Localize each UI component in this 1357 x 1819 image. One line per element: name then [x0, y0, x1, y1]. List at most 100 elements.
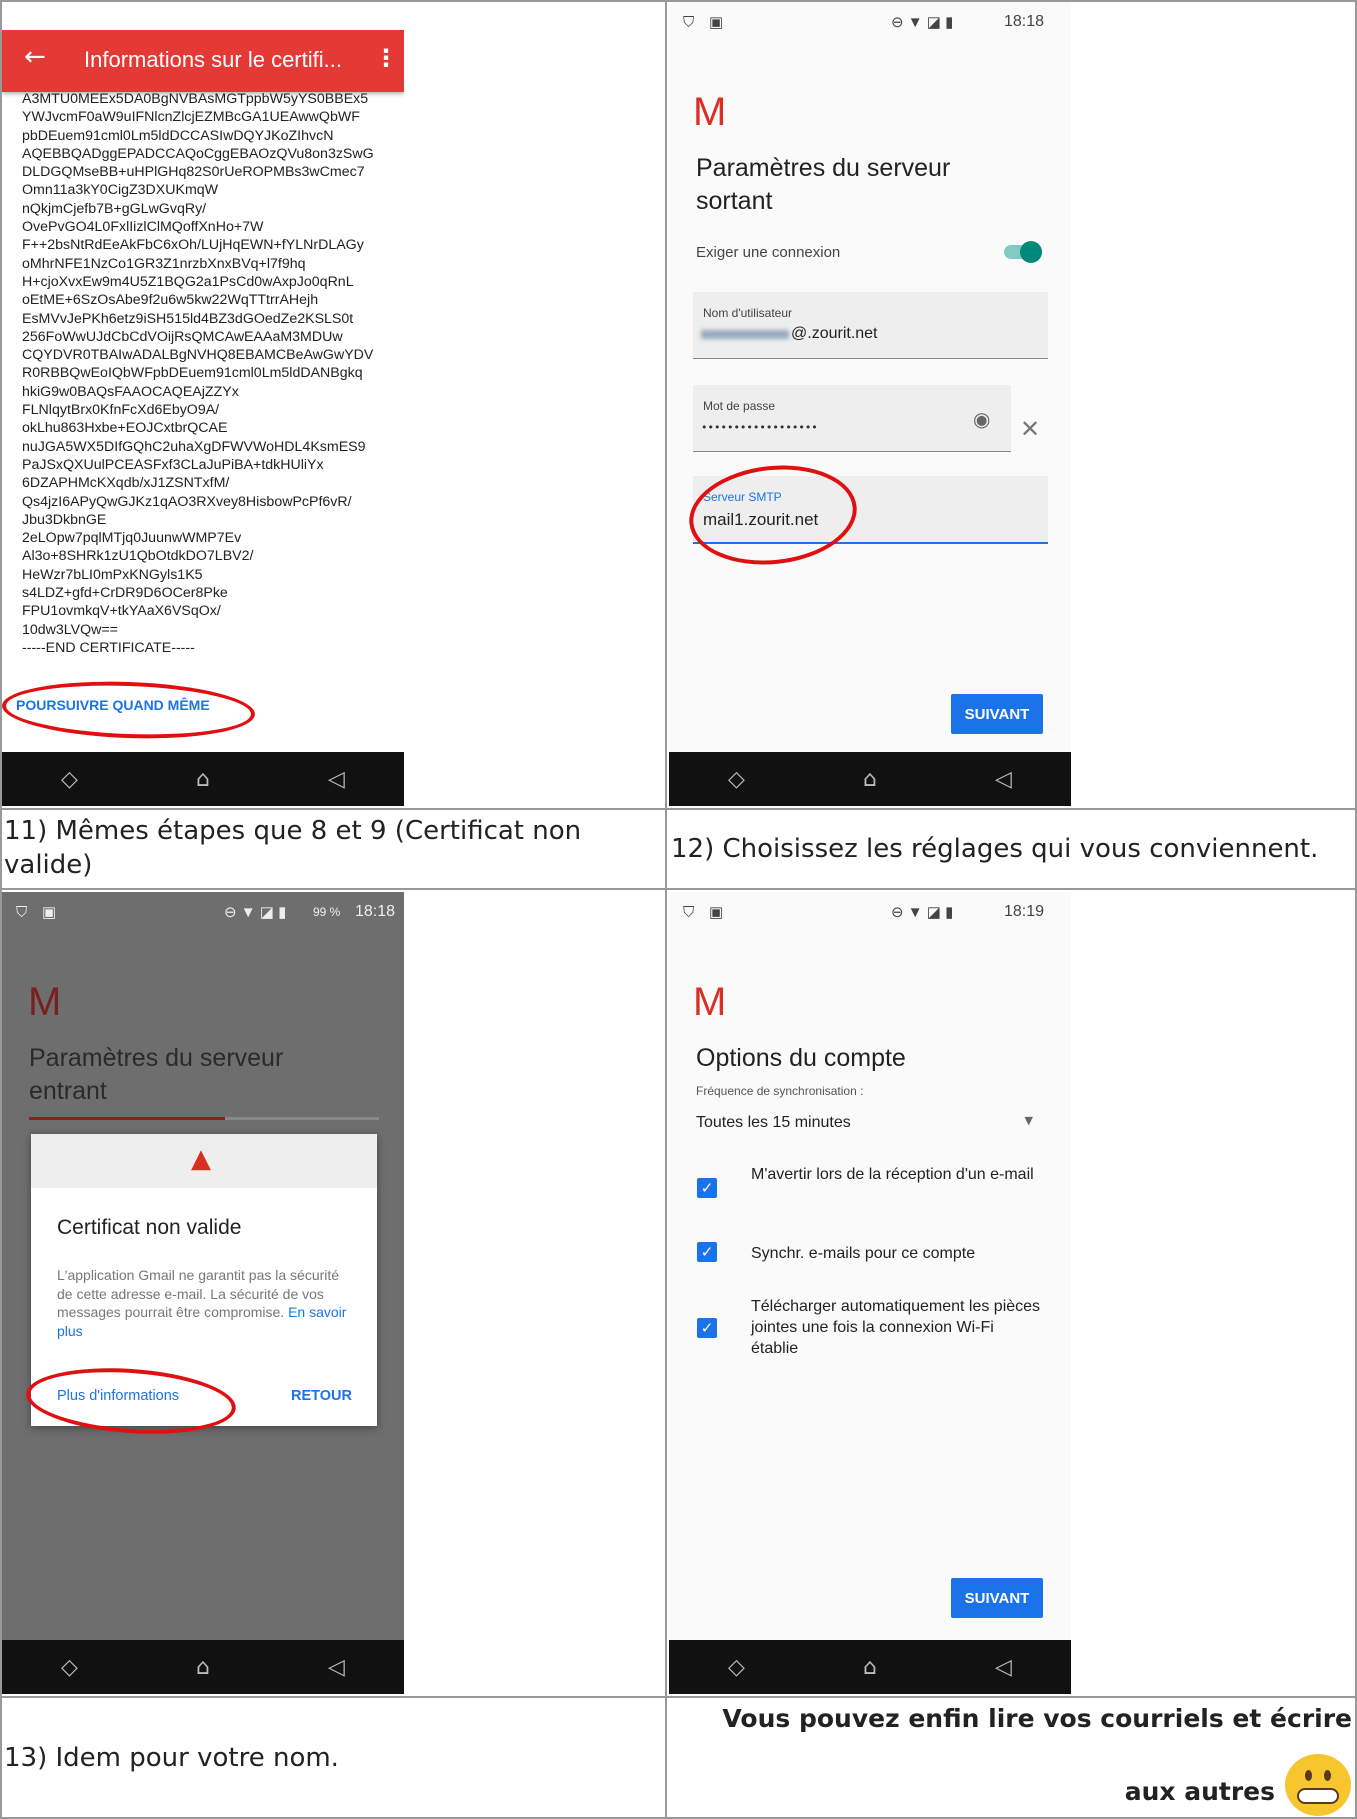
require-login-toggle[interactable]	[1004, 241, 1042, 263]
certificate-line: hkiG9w0BAQsFAAOCAQEAjZZYx	[22, 383, 239, 400]
certificate-line: Qs4jzI6APyQwGJKz1qAO3RXvey8HisbowPcPf6vR…	[22, 493, 352, 510]
certificate-line: oEtME+6SzOsAbe9f2u6w5kw22WqTTtrrAHejh	[22, 292, 319, 309]
certificate-line: CQYDVR0TBAIwADALBgNVHQ8EBAMCBeAwGwYDV	[22, 347, 374, 364]
certificate-line: 10dw3LVQw==	[22, 621, 118, 638]
caption-step-12: 12) Choisissez les réglages qui vous con…	[671, 834, 1319, 864]
certificate-line: FLNlqytBrx0KfnFcXd6EbyO9A/	[22, 402, 220, 419]
app-bar-title: Informations sur le certifi...	[84, 47, 342, 72]
auto-download-checkbox[interactable]: ✓	[697, 1318, 717, 1338]
certificate-line: H+cjoXvxEw9m4U5Z1BQG2a1PsCd0wAxpJo0qRnL	[22, 273, 354, 290]
notify-option-label: M'avertir lors de la réception d'un e-ma…	[751, 1166, 1034, 1183]
progress-fill	[29, 1117, 225, 1120]
certificate-line: -----END CERTIFICATE-----	[22, 639, 195, 656]
highlight-circle	[2, 677, 256, 743]
table-row-divider	[0, 808, 1357, 810]
table-row-divider	[0, 888, 1357, 890]
toggle-knob	[1020, 241, 1042, 263]
signal-icons: ⊖ ▼ ◪ ▮	[891, 14, 954, 31]
back-icon[interactable]: ◁	[995, 767, 1012, 792]
dialog-header: ▲	[31, 1134, 377, 1188]
warning-icon: ▲	[191, 1144, 211, 1174]
final-message-line-1: Vous pouvez enfin lire vos courriels et …	[722, 1704, 1352, 1733]
certificate-line: s4LDZ+gfd+CrDR9D6OCer8Pke	[22, 585, 228, 602]
android-nav-bar: ◇ ⌂ ◁	[669, 752, 1071, 806]
clear-icon[interactable]: ✕	[1020, 415, 1040, 443]
title-line-2: sortant	[696, 187, 773, 215]
back-button[interactable]: RETOUR	[291, 1388, 352, 1404]
sync-frequency-select[interactable]: Toutes les 15 minutes ▼	[696, 1112, 1041, 1138]
certificate-line: F++2bsNtRdEeAkFbC6xOh/LUjHqEWN+fYLNrDLAG…	[22, 237, 364, 254]
title-line-2: entrant	[29, 1077, 107, 1105]
dialog-heading: Certificat non valide	[57, 1216, 242, 1239]
caption-step-13: 13) Idem pour votre nom.	[4, 1743, 339, 1773]
certificate-line: okLhu863Hxbe+EOJCxtbrQCAE	[22, 420, 228, 437]
certificate-line: FPU1ovmkqV+tkYAaX6VSqOx/	[22, 603, 221, 620]
shield-icon: ⛉	[683, 13, 695, 31]
certificate-line: pbDEuem91cml0Lm5ldDCCASIwDQYJKoZIhvcN	[22, 127, 334, 144]
certificate-line: EsMVvJePKh6etz9iSH515ld4BZ3dGOedZe2KSLS0…	[22, 310, 354, 327]
overflow-menu-icon[interactable]: ⋮	[374, 44, 398, 72]
gmail-logo-icon: M	[693, 980, 727, 1024]
screenshot-outgoing-server: ⛉ ▣ ⊖ ▼ ◪ ▮ 18:18 M Paramètres du serveu…	[669, 2, 1071, 806]
grimacing-emoji-icon	[1285, 1754, 1351, 1816]
gmail-logo-icon: M	[28, 980, 62, 1024]
certificate-line: 6DZAPHMcKXqdb/xJ1ZSNTxfM/	[22, 475, 230, 492]
certificate-line: AQEBBQADggEPADCCAQoCggEBAOzQVu8on3zSwG	[22, 145, 374, 162]
auto-download-option-label: Télécharger automatiquement les pièces j…	[751, 1298, 1041, 1357]
signal-icons: ⊖ ▼ ◪ ▮	[224, 904, 287, 921]
clock: 18:18	[1004, 13, 1045, 30]
table-row-divider	[0, 1696, 1357, 1698]
password-value: ••••••••••••••••••	[701, 421, 818, 434]
status-bar: ⛉ ▣ ⊖ ▼ ◪ ▮ 18:19	[669, 892, 1071, 932]
emoji-eye-right	[1324, 1770, 1331, 1781]
screenshot-certificate-info: ← Informations sur le certifi... ⋮ A3MTU…	[2, 30, 404, 806]
username-value: @.zourit.net	[791, 325, 878, 342]
page-title: Paramètres du serveur sortant	[696, 152, 950, 218]
recent-apps-icon[interactable]: ◇	[61, 1655, 78, 1680]
shield-icon: ⛉	[683, 903, 695, 921]
home-icon[interactable]: ⌂	[196, 1655, 210, 1680]
back-icon[interactable]: ◁	[328, 1655, 345, 1680]
signal-icons: ⊖ ▼ ◪ ▮	[891, 904, 954, 921]
back-icon[interactable]: ◁	[328, 767, 345, 792]
next-button[interactable]: SUIVANT	[951, 1578, 1043, 1618]
status-bar: ⛉ ▣ ⊖ ▼ ◪ ▮ 18:18	[669, 2, 1071, 42]
username-field[interactable]: Nom d'utilisateur @.zourit.net	[693, 292, 1048, 359]
sync-email-checkbox[interactable]: ✓	[697, 1242, 717, 1262]
screenshot-account-options: ⛉ ▣ ⊖ ▼ ◪ ▮ 18:19 M Options du compte Fr…	[669, 892, 1071, 1694]
dropdown-arrow-icon: ▼	[1024, 1114, 1033, 1127]
back-arrow-icon[interactable]: ←	[24, 42, 46, 72]
certificate-line: 256FoWwUJdCbCdVOijRsQMCAwEAAaM3MDUw	[22, 328, 343, 345]
certificate-line: DLDGQMseBB+uHPlGHq82S0rUeROPMBs3wCmec7	[22, 164, 365, 181]
recent-apps-icon[interactable]: ◇	[728, 1655, 745, 1680]
certificate-line: nQkjmCjefb7B+gGLwGvqRy/	[22, 200, 207, 217]
recent-apps-icon[interactable]: ◇	[61, 767, 78, 792]
image-icon: ▣	[42, 904, 57, 921]
certificate-line: R0RBBQwEoIQbWFpbDEuem91cml0Lm5ldDANBgkq	[22, 365, 363, 382]
emoji-teeth	[1297, 1788, 1339, 1804]
screenshot-invalid-certificate: ⛉ ▣ ⊖ ▼ ◪ ▮ 99 % 18:18 M Paramètres du s…	[2, 892, 404, 1694]
password-field[interactable]: Mot de passe •••••••••••••••••• ◉	[693, 385, 1011, 452]
visibility-off-icon[interactable]: ◉	[973, 407, 990, 431]
certificate-line: A3MTU0MEEx5DA0BgNVBAsMGTppbW5yYS0BBEx5	[22, 91, 369, 107]
notify-checkbox[interactable]: ✓	[697, 1178, 717, 1198]
back-icon[interactable]: ◁	[995, 1655, 1012, 1680]
image-icon: ▣	[709, 904, 724, 921]
next-button[interactable]: SUIVANT	[951, 694, 1043, 734]
certificate-line: HeWzr7bLI0mPxKNGyls1K5	[22, 566, 203, 583]
home-icon[interactable]: ⌂	[863, 767, 877, 792]
certificate-line: Omn11a3kY0CigZ3DXUKmqW	[22, 182, 219, 199]
recent-apps-icon[interactable]: ◇	[728, 767, 745, 792]
title-line-1: Paramètres du serveur	[29, 1044, 284, 1072]
home-icon[interactable]: ⌂	[863, 1655, 877, 1680]
sync-frequency-label: Fréquence de synchronisation :	[696, 1084, 864, 1098]
home-icon[interactable]: ⌂	[196, 767, 210, 792]
certificate-line: YWJvcmF0aW9uIFNlcnZlcjEZMBcGA1UEAwwQbWF	[22, 109, 360, 126]
battery-percent: 99 %	[313, 905, 341, 919]
sync-email-option-label: Synchr. e-mails pour ce compte	[751, 1245, 976, 1262]
page-title: Options du compte	[696, 1044, 906, 1072]
require-login-label: Exiger une connexion	[696, 244, 841, 261]
emoji-eye-left	[1305, 1770, 1312, 1781]
username-label: Nom d'utilisateur	[703, 306, 792, 320]
tutorial-page: ← Informations sur le certifi... ⋮ A3MTU…	[0, 0, 1357, 1819]
